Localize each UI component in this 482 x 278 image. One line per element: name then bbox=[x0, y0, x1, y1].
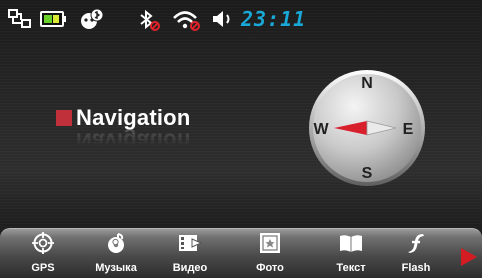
accent-square bbox=[56, 110, 72, 126]
book-icon bbox=[340, 235, 362, 252]
section-title: Navigation Navigation bbox=[56, 104, 276, 164]
dock-item-video[interactable]: Видео bbox=[157, 229, 223, 278]
dock-item-label: Текст bbox=[336, 262, 366, 274]
photo-icon bbox=[260, 233, 280, 253]
film-icon bbox=[179, 235, 202, 251]
crosshair-icon bbox=[32, 232, 54, 254]
compass-south: S bbox=[362, 165, 373, 182]
usb-connection-icon[interactable] bbox=[8, 9, 32, 29]
compass-west: W bbox=[313, 121, 329, 138]
dock-item-gps[interactable]: GPS bbox=[10, 229, 76, 278]
volume-icon[interactable] bbox=[211, 10, 237, 28]
dock-item-label: Музыка bbox=[95, 262, 137, 274]
status-bar: 23:11 bbox=[0, 0, 482, 40]
dock-item-text[interactable]: Текст bbox=[318, 229, 384, 278]
dock-item-flash[interactable]: Flash bbox=[383, 229, 449, 278]
dock-item-music[interactable]: Музыка bbox=[83, 229, 149, 278]
page-title-reflection: Navigation bbox=[76, 128, 191, 154]
wifi-off-icon[interactable] bbox=[172, 8, 202, 32]
compass-north: N bbox=[361, 75, 373, 92]
bluetooth-off-icon[interactable] bbox=[138, 8, 160, 32]
compass-widget[interactable]: N E S W bbox=[300, 66, 434, 190]
dock-item-label: Flash bbox=[401, 262, 431, 274]
dock-item-label: Видео bbox=[172, 262, 208, 274]
arrow-right-icon bbox=[461, 248, 477, 266]
music-icon bbox=[108, 233, 124, 253]
clock: 23:11 bbox=[241, 7, 307, 31]
bluetooth-headset-icon[interactable] bbox=[78, 8, 104, 30]
device-screen: 23:11 Navigation Navigation N E S W GPS … bbox=[0, 0, 482, 278]
dock-item-label: Фото bbox=[256, 262, 284, 274]
dock-item-label: GPS bbox=[31, 262, 55, 274]
dock-item-photo[interactable]: Фото bbox=[237, 229, 303, 278]
next-page-arrow[interactable] bbox=[458, 245, 480, 269]
flash-icon bbox=[408, 234, 424, 253]
compass-east: E bbox=[403, 121, 414, 138]
app-dock: GPS Музыка Видео Фото Текст Flash bbox=[0, 228, 482, 278]
battery-icon[interactable] bbox=[40, 11, 68, 27]
